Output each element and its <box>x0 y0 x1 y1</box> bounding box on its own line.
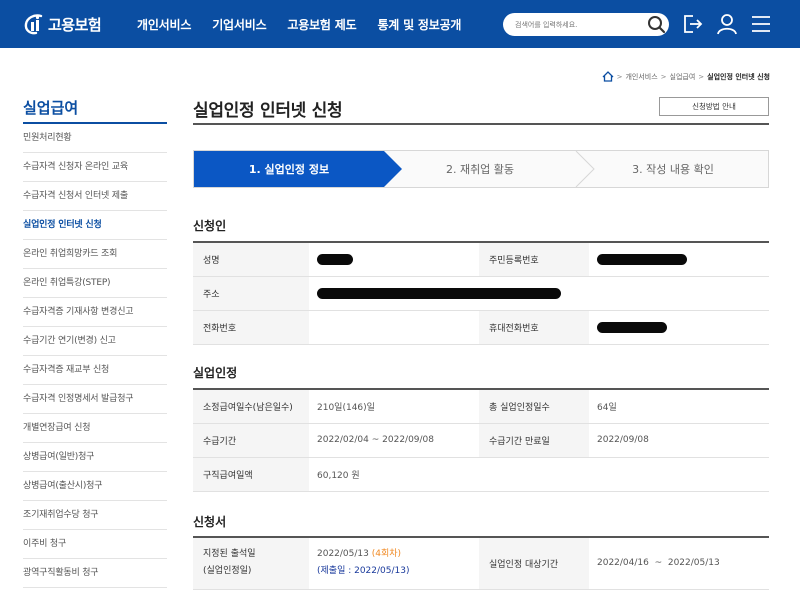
target-period-label: 실업인정 대상기간 <box>479 537 589 590</box>
attendance-date: 2022/05/13 <box>317 549 369 560</box>
table-row: 주소 <box>193 276 769 311</box>
attendance-count: (4회차) <box>371 549 402 560</box>
submit-date: (제출일 : 2022/05/13) <box>317 566 410 577</box>
attendance-label: 지정된 출석일 (실업인정일) <box>193 537 309 590</box>
address-value <box>309 276 769 311</box>
benefit-days-label: 소정급여일수(남은일수) <box>193 389 309 424</box>
name-value <box>309 242 479 277</box>
user-icon[interactable] <box>715 12 739 36</box>
target-period-value: 2022/04/16 ~ 2022/05/13 <box>589 537 769 590</box>
sidebar-item[interactable]: 온라인 취업특강(STEP) <box>23 269 167 298</box>
period-end-label: 수급기간 만료일 <box>479 423 589 458</box>
redaction-mark <box>317 253 353 265</box>
logout-icon[interactable] <box>681 12 705 36</box>
step-2: 2. 재취업 활동 <box>445 163 515 176</box>
attendance-label-line1: 지정된 출석일 <box>203 549 256 560</box>
breadcrumb-separator: > <box>698 72 705 81</box>
breadcrumb-item[interactable]: 실업급여 <box>670 72 696 82</box>
nav-personal[interactable]: 개인서비스 <box>137 16 191 33</box>
mobile-value <box>589 310 769 345</box>
title-divider <box>193 123 769 125</box>
sidebar-item[interactable]: 이주비 청구 <box>23 530 167 559</box>
step-1: 1. 실업인정 정보 <box>248 163 330 176</box>
table-row: 성명 주민등록번호 <box>193 242 769 277</box>
home-icon[interactable] <box>602 71 614 82</box>
period-end-value: 2022/09/08 <box>589 423 769 458</box>
search-box <box>503 13 669 36</box>
guide-button[interactable]: 신청방법 안내 <box>659 97 769 116</box>
main-nav: 개인서비스 기업서비스 고용보험 제도 통계 및 정보공개 <box>137 0 482 48</box>
page-title: 실업인정 인터넷 신청 <box>193 101 343 121</box>
daily-pay-label: 구직급여일액 <box>193 457 309 492</box>
benefit-period-value: 2022/02/04 ~ 2022/09/08 <box>309 423 479 458</box>
sidebar-item[interactable]: 수급자격 신청자 온라인 교육 <box>23 153 167 182</box>
table-row: 구직급여일액 60,120 원 <box>193 457 769 492</box>
total-days-value: 64일 <box>589 389 769 424</box>
rrn-value <box>589 242 769 277</box>
application-table: 지정된 출석일 (실업인정일) 2022/05/13 (4회차) (제출일 : … <box>193 536 769 590</box>
applicant-section-title: 신청인 <box>193 219 227 233</box>
table-row: 전화번호 휴대전화번호 <box>193 310 769 345</box>
logo-mark-icon <box>24 14 43 35</box>
table-row: 지정된 출석일 (실업인정일) 2022/05/13 (4회차) (제출일 : … <box>193 537 769 590</box>
phone-label: 전화번호 <box>193 310 309 345</box>
search-icon[interactable] <box>646 14 667 35</box>
breadcrumb-separator: > <box>616 72 623 81</box>
mobile-label: 휴대전화번호 <box>479 310 589 345</box>
breadcrumb-current: 실업인정 인터넷 신청 <box>707 72 770 81</box>
benefit-days-value: 210일(146)일 <box>309 389 479 424</box>
daily-pay-value: 60,120 원 <box>309 457 479 492</box>
logo-text: 고용보험 <box>48 15 102 34</box>
sidebar-item[interactable]: 수급자격 신청서 인터넷 제출 <box>23 182 167 211</box>
applicant-table: 성명 주민등록번호 주소 전화번호 휴대전화번호 <box>193 241 769 345</box>
sidebar-item[interactable]: 수급기간 연기(변경) 신고 <box>23 327 167 356</box>
table-row: 소정급여일수(남은일수) 210일(146)일 총 실업인정일수 64일 <box>193 389 769 424</box>
logo[interactable]: 고용보험 <box>22 11 102 37</box>
sidebar-item[interactable]: 수급자격증 기재사항 변경신고 <box>23 298 167 327</box>
menu-icon[interactable] <box>749 12 773 36</box>
benefit-period-label: 수급기간 <box>193 423 309 458</box>
breadcrumb-item[interactable]: 개인서비스 <box>625 72 657 82</box>
application-section-title: 신청서 <box>193 515 227 529</box>
sidebar-item[interactable]: 개별연장급여 신청 <box>23 414 167 443</box>
table-row: 수급기간 2022/02/04 ~ 2022/09/08 수급기간 만료일 20… <box>193 423 769 458</box>
recognition-section-title: 실업인정 <box>193 366 238 380</box>
phone-value <box>309 310 479 345</box>
sidebar-item[interactable]: 상병급여(일반)청구 <box>23 443 167 472</box>
redaction-mark <box>597 253 687 265</box>
total-days-label: 총 실업인정일수 <box>479 389 589 424</box>
nav-statistics[interactable]: 통계 및 정보공개 <box>377 16 461 33</box>
breadcrumb-separator: > <box>660 72 667 81</box>
nav-system[interactable]: 고용보험 제도 <box>287 16 356 33</box>
sidebar: 실업급여 민원처리현황 수급자격 신청자 온라인 교육 수급자격 신청서 인터넷… <box>23 96 167 588</box>
address-label: 주소 <box>193 276 309 311</box>
attendance-value: 2022/05/13 (4회차) (제출일 : 2022/05/13) <box>309 537 479 590</box>
empty-cell <box>479 457 769 492</box>
attendance-label-line2: (실업인정일) <box>203 566 252 577</box>
name-label: 성명 <box>193 242 309 277</box>
sidebar-item[interactable]: 온라인 취업희망카드 조회 <box>23 240 167 269</box>
sidebar-item[interactable]: 광역구직활동비 청구 <box>23 559 167 588</box>
redaction-mark <box>317 287 561 299</box>
sidebar-item[interactable]: 조기재취업수당 청구 <box>23 501 167 530</box>
sidebar-item-active[interactable]: 실업인정 인터넷 신청 <box>23 211 167 240</box>
rrn-label: 주민등록번호 <box>479 242 589 277</box>
sidebar-item[interactable]: 민원처리현황 <box>23 124 167 153</box>
nav-business[interactable]: 기업서비스 <box>212 16 266 33</box>
recognition-table: 소정급여일수(남은일수) 210일(146)일 총 실업인정일수 64일 수급기… <box>193 388 769 492</box>
breadcrumb: > 개인서비스 > 실업급여 > 실업인정 인터넷 신청 <box>602 71 770 82</box>
search-input[interactable] <box>515 17 643 32</box>
step-indicator: 1. 실업인정 정보 2. 재취업 활동 3. 작성 내용 확인 <box>193 150 769 188</box>
sidebar-item[interactable]: 수급자격 인정명세서 발급청구 <box>23 385 167 414</box>
sidebar-item[interactable]: 수급자격증 재교부 신청 <box>23 356 167 385</box>
sidebar-item[interactable]: 상병급여(출산시)청구 <box>23 472 167 501</box>
step-3: 3. 작성 내용 확인 <box>632 163 714 176</box>
redaction-mark <box>597 321 667 333</box>
sidebar-title: 실업급여 <box>23 96 167 124</box>
top-header: 고용보험 개인서비스 기업서비스 고용보험 제도 통계 및 정보공개 <box>0 0 800 48</box>
